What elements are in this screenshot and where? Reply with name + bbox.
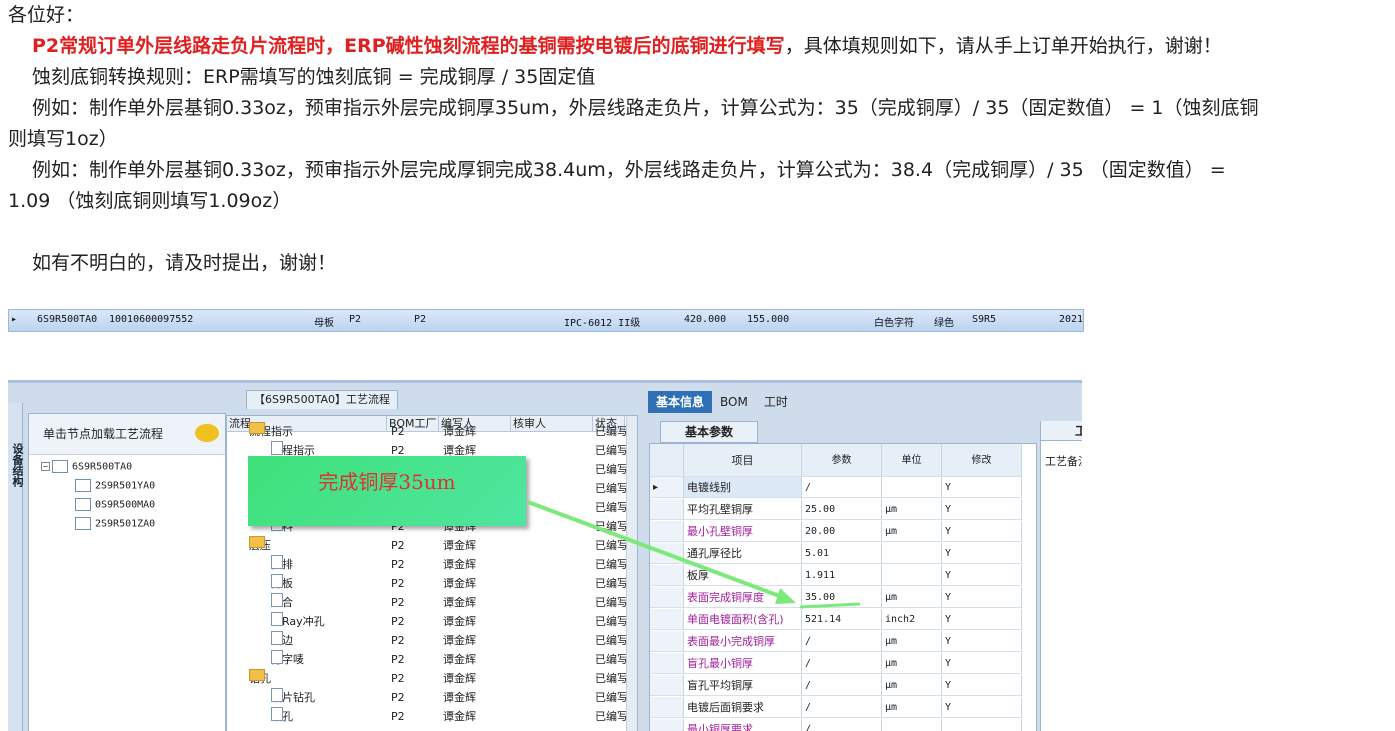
annotation-arrow-line: [527, 500, 791, 602]
annotation-arrow-head: [775, 588, 796, 604]
annotation-underline: [799, 602, 861, 609]
annotation-overlay: [527, 500, 861, 609]
